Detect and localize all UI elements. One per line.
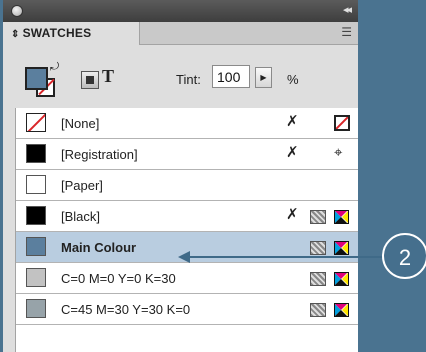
tab-arrows-icon: ⇕ <box>11 29 20 40</box>
fill-icon[interactable] <box>25 67 48 90</box>
swatch-row-gray-30[interactable]: C=0 M=0 Y=0 K=30 <box>16 263 358 294</box>
swatch-chip <box>26 144 46 163</box>
swap-fill-stroke-icon[interactable]: ⤾ <box>50 61 59 74</box>
swatch-row-black[interactable]: [Black] ✗ <box>16 201 358 232</box>
cmyk-mode-icon <box>334 210 349 224</box>
swatches-panel: ◂◂ ⇕ SWATCHES ☰ ⤾ T Tint: 100 ▶ % [None] … <box>3 0 358 352</box>
cannot-edit-icon: ✗ <box>286 113 299 130</box>
swatch-chip <box>26 268 46 287</box>
swatch-name: C=0 M=0 Y=0 K=30 <box>61 271 176 286</box>
swatch-row-none[interactable]: [None] ✗ <box>16 108 358 139</box>
swatch-row-registration[interactable]: [Registration] ✗ ⌖ <box>16 139 358 170</box>
registration-icon: ⌖ <box>334 144 343 161</box>
formatting-affects-container-button[interactable] <box>81 71 99 89</box>
swatch-name: [Registration] <box>61 147 138 162</box>
process-color-icon <box>310 272 326 286</box>
swatch-row-c45[interactable]: C=45 M=30 Y=30 K=0 <box>16 294 358 325</box>
collapse-icon[interactable]: ◂◂ <box>343 3 352 16</box>
percent-label: % <box>287 72 299 87</box>
swatch-chip <box>26 113 46 132</box>
tint-slider-toggle[interactable]: ▶ <box>255 67 272 88</box>
swatch-name: Main Colour <box>61 240 137 255</box>
tab-swatches[interactable]: ⇕ SWATCHES <box>3 22 140 45</box>
callout-arrow-head <box>178 251 190 263</box>
swatch-name: [None] <box>61 116 100 131</box>
cmyk-mode-icon <box>334 303 349 317</box>
cannot-edit-icon: ✗ <box>286 144 299 161</box>
fill-stroke-selector[interactable]: ⤾ <box>25 61 59 97</box>
process-color-icon <box>310 210 326 224</box>
tint-input[interactable]: 100 <box>212 65 250 88</box>
swatch-chip <box>26 299 46 318</box>
panel-title-bar[interactable]: ◂◂ <box>3 0 358 22</box>
callout-arrow-line <box>186 256 396 258</box>
cmyk-mode-icon <box>334 272 349 286</box>
cmyk-mode-icon <box>334 241 349 255</box>
swatch-name: [Black] <box>61 209 101 224</box>
tint-label: Tint: <box>176 72 201 87</box>
none-swatch-icon <box>334 115 350 131</box>
process-color-icon <box>310 303 326 317</box>
formatting-affects-text-button[interactable]: T <box>102 66 114 87</box>
swatch-row-paper[interactable]: [Paper] <box>16 170 358 201</box>
swatch-list: [None] ✗ [Registration] ✗ ⌖ [Paper] [Bla… <box>15 108 358 352</box>
swatch-chip <box>26 237 46 256</box>
callout-badge: 2 <box>382 233 426 279</box>
swatches-toolbar: ⤾ T Tint: 100 ▶ % <box>3 45 358 97</box>
swatch-chip <box>26 175 46 194</box>
process-color-icon <box>310 241 326 255</box>
swatch-name: [Paper] <box>61 178 103 193</box>
panel-menu-icon[interactable]: ☰ <box>341 25 352 39</box>
close-icon[interactable] <box>11 5 23 17</box>
panel-tab-row: ⇕ SWATCHES ☰ <box>3 22 358 45</box>
cannot-edit-icon: ✗ <box>286 206 299 223</box>
tab-label: SWATCHES <box>22 26 92 40</box>
swatch-name: C=45 M=30 Y=30 K=0 <box>61 302 191 317</box>
swatch-chip <box>26 206 46 225</box>
